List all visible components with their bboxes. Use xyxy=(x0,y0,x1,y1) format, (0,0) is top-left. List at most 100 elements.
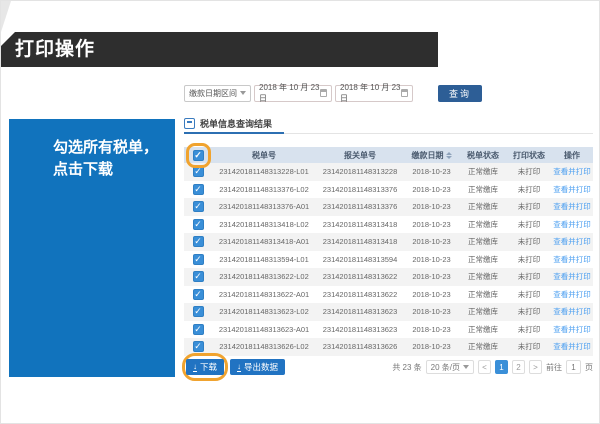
goto-page-input[interactable]: 1 xyxy=(566,360,581,374)
pagination: 共 23 条 20 条/页 < 1 2 > 前往 1 页 xyxy=(184,359,593,375)
view-print-link[interactable]: 查看并打印 xyxy=(553,272,591,281)
cell-decl-no: 231420181148313622 xyxy=(316,272,404,281)
next-page-button[interactable]: > xyxy=(529,360,542,374)
view-print-link[interactable]: 查看并打印 xyxy=(553,220,591,229)
cell-status: 正常缴库 xyxy=(459,201,507,212)
cell-pay-date: 2018-10-23 xyxy=(404,202,459,211)
cell-pay-date: 2018-10-23 xyxy=(404,342,459,351)
select-all-checkbox[interactable]: ✓ xyxy=(193,150,204,161)
query-button[interactable]: 查询 xyxy=(438,85,482,102)
view-print-link[interactable]: 查看并打印 xyxy=(553,167,591,176)
table-body: ✓ 231420181148313228-L01 231420181148313… xyxy=(184,163,593,356)
cell-pay-date: 2018-10-23 xyxy=(404,272,459,281)
slide-canvas: 打印操作 勾选所有税单， 点击下载 缴款日期区间 2018 年 10 月 23 … xyxy=(0,0,600,424)
cell-tax-no: 231420181148313228-L01 xyxy=(212,167,316,176)
view-print-link[interactable]: 查看并打印 xyxy=(553,325,591,334)
cell-tax-no: 231420181148313376-A01 xyxy=(212,202,316,211)
cell-tax-no: 231420181148313622-L02 xyxy=(212,272,316,281)
view-print-link[interactable]: 查看并打印 xyxy=(553,307,591,316)
view-print-link[interactable]: 查看并打印 xyxy=(553,342,591,351)
col-header-tax-no[interactable]: 税单号 xyxy=(212,150,316,161)
goto-suffix: 页 xyxy=(585,362,593,373)
view-print-link[interactable]: 查看并打印 xyxy=(553,255,591,264)
section-title: 税单信息查询结果 xyxy=(200,117,272,130)
cell-status: 正常缴库 xyxy=(459,184,507,195)
table-row: ✓ 231420181148313623-A01 231420181148313… xyxy=(184,321,593,339)
cell-tax-no: 231420181148313626-L02 xyxy=(212,342,316,351)
table-row: ✓ 231420181148313626-L02 231420181148313… xyxy=(184,338,593,356)
page-size-select[interactable]: 20 条/页 xyxy=(426,360,474,374)
cell-print-status: 未打印 xyxy=(507,324,551,335)
calendar-icon xyxy=(320,89,327,97)
row-checkbox[interactable]: ✓ xyxy=(193,324,204,335)
chevron-down-icon xyxy=(463,365,469,369)
view-print-link[interactable]: 查看并打印 xyxy=(553,237,591,246)
cell-print-status: 未打印 xyxy=(507,341,551,352)
printer-icon xyxy=(184,118,195,129)
date-type-select[interactable]: 缴款日期区间 xyxy=(184,85,251,102)
cell-pay-date: 2018-10-23 xyxy=(404,237,459,246)
row-checkbox[interactable]: ✓ xyxy=(193,166,204,177)
row-checkbox[interactable]: ✓ xyxy=(193,306,204,317)
table-row: ✓ 231420181148313418-A01 231420181148313… xyxy=(184,233,593,251)
row-checkbox[interactable]: ✓ xyxy=(193,289,204,300)
cell-status: 正常缴库 xyxy=(459,271,507,282)
cell-decl-no: 231420181148313623 xyxy=(316,307,404,316)
prev-page-button[interactable]: < xyxy=(478,360,491,374)
sort-icon[interactable] xyxy=(446,152,452,159)
cell-tax-no: 231420181148313622-A01 xyxy=(212,290,316,299)
col-header-decl-no[interactable]: 报关单号 xyxy=(316,150,404,161)
view-print-link[interactable]: 查看并打印 xyxy=(553,185,591,194)
table-row: ✓ 231420181148313376-L02 231420181148313… xyxy=(184,181,593,199)
callout-line1: 勾选所有税单， xyxy=(53,137,165,159)
table-row: ✓ 231420181148313622-L02 231420181148313… xyxy=(184,268,593,286)
date-to-value: 2018 年 10 月 23 日 xyxy=(340,82,401,104)
cell-decl-no: 231420181148313623 xyxy=(316,325,404,334)
cell-status: 正常缴库 xyxy=(459,306,507,317)
date-type-selected-value: 缴款日期区间 xyxy=(189,88,237,99)
date-from-input[interactable]: 2018 年 10 月 23 日 xyxy=(254,85,332,102)
row-checkbox[interactable]: ✓ xyxy=(193,184,204,195)
col-header-pay-date[interactable]: 缴款日期 xyxy=(404,150,459,161)
row-checkbox[interactable]: ✓ xyxy=(193,341,204,352)
view-print-link[interactable]: 查看并打印 xyxy=(553,290,591,299)
date-to-input[interactable]: 2018 年 10 月 23 日 xyxy=(335,85,413,102)
cell-decl-no: 231420181148313376 xyxy=(316,185,404,194)
row-checkbox[interactable]: ✓ xyxy=(193,201,204,212)
row-checkbox[interactable]: ✓ xyxy=(193,236,204,247)
cell-print-status: 未打印 xyxy=(507,166,551,177)
view-print-link[interactable]: 查看并打印 xyxy=(553,202,591,211)
cell-print-status: 未打印 xyxy=(507,254,551,265)
row-checkbox[interactable]: ✓ xyxy=(193,254,204,265)
cell-decl-no: 231420181148313376 xyxy=(316,202,404,211)
cell-pay-date: 2018-10-23 xyxy=(404,290,459,299)
cell-print-status: 未打印 xyxy=(507,184,551,195)
page-button-1[interactable]: 1 xyxy=(495,360,508,374)
cell-pay-date: 2018-10-23 xyxy=(404,307,459,316)
cell-decl-no: 231420181148313418 xyxy=(316,220,404,229)
cell-tax-no: 231420181148313418-L02 xyxy=(212,220,316,229)
goto-label: 前往 xyxy=(546,362,562,373)
row-checkbox[interactable]: ✓ xyxy=(193,219,204,230)
table-row: ✓ 231420181148313228-L01 231420181148313… xyxy=(184,163,593,181)
col-header-status[interactable]: 税单状态 xyxy=(459,150,507,161)
table-row: ✓ 231420181148313622-A01 231420181148313… xyxy=(184,286,593,304)
cell-decl-no: 231420181148313418 xyxy=(316,237,404,246)
chevron-down-icon xyxy=(240,91,246,95)
cell-decl-no: 231420181148313626 xyxy=(316,342,404,351)
page-button-2[interactable]: 2 xyxy=(512,360,525,374)
row-checkbox[interactable]: ✓ xyxy=(193,271,204,282)
cell-print-status: 未打印 xyxy=(507,289,551,300)
cell-status: 正常缴库 xyxy=(459,324,507,335)
col-header-action: 操作 xyxy=(551,150,593,161)
cell-status: 正常缴库 xyxy=(459,236,507,247)
table-header-row: ✓ 税单号 报关单号 缴款日期 税单状态 打印状态 操作 xyxy=(184,147,593,163)
date-from-value: 2018 年 10 月 23 日 xyxy=(259,82,320,104)
page-title: 打印操作 xyxy=(1,32,438,67)
cell-pay-date: 2018-10-23 xyxy=(404,255,459,264)
cell-print-status: 未打印 xyxy=(507,219,551,230)
col-header-print-status[interactable]: 打印状态 xyxy=(507,150,551,161)
cell-print-status: 未打印 xyxy=(507,236,551,247)
cell-pay-date: 2018-10-23 xyxy=(404,185,459,194)
section-header: 税单信息查询结果 xyxy=(184,114,593,133)
